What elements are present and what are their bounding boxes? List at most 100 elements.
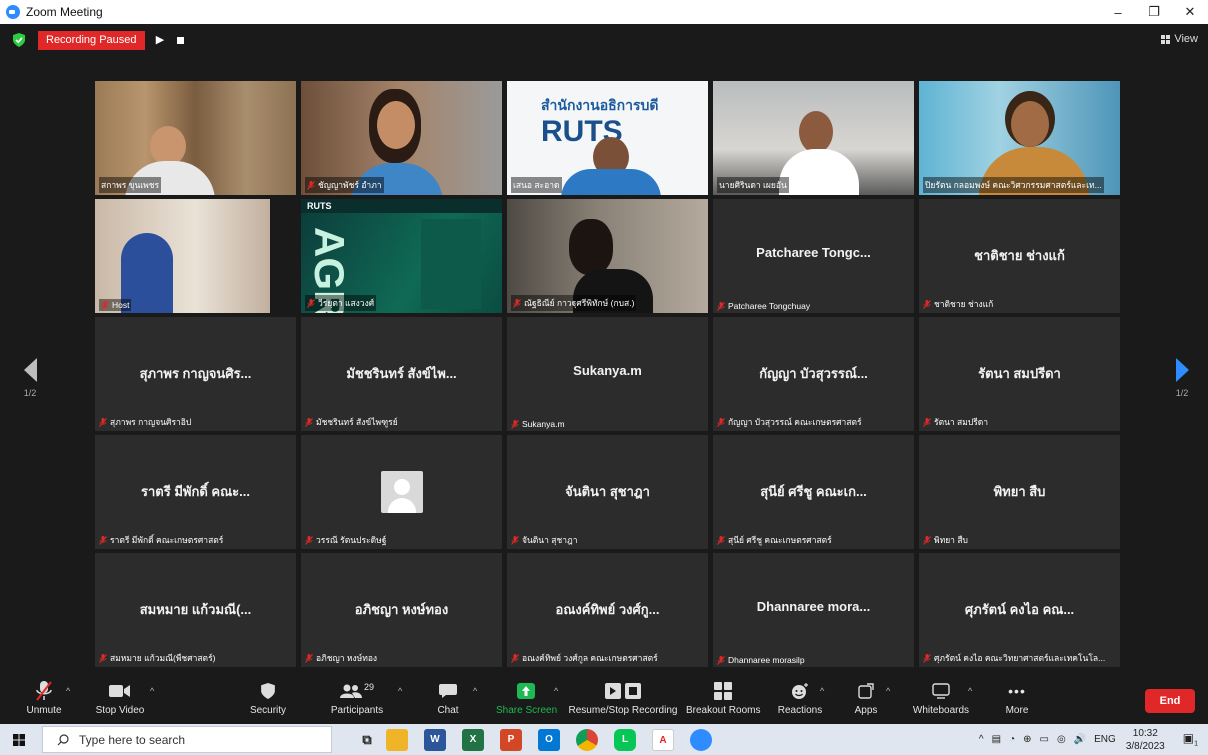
resume-recording-icon[interactable]: ▶ bbox=[150, 31, 170, 50]
volume-icon[interactable]: 🔊 bbox=[1074, 734, 1086, 745]
participant-tile[interactable]: กัญญา บัวสุวรรณ์... กัญญา บัวสุวรรณ์ คณะเ… bbox=[713, 317, 914, 431]
participant-tile[interactable]: พิทยา สืบ พิทยา สืบ bbox=[919, 435, 1120, 549]
apps-icon bbox=[850, 680, 882, 702]
participant-tile[interactable]: รัตนา สมปรีดา รัตนา สมปรีดา bbox=[919, 317, 1120, 431]
close-button[interactable]: ✕ bbox=[1172, 4, 1208, 20]
chat-button[interactable]: Chat bbox=[430, 680, 466, 716]
share-screen-button[interactable]: Share Screen bbox=[496, 680, 557, 716]
participant-tile[interactable]: อณงค์ทิพย์ วงศ์กู... อณงค์ทิพย์ วงศ์กูล ค… bbox=[507, 553, 708, 667]
resume-stop-label: Resume/Stop Recording bbox=[568, 705, 678, 716]
participant-tile[interactable]: Host bbox=[95, 199, 296, 313]
agri-screen-logo: RUTS bbox=[307, 201, 332, 211]
participant-tile[interactable]: วรรณี รัตนประดิษฐ์ bbox=[301, 435, 502, 549]
keyboard-icon[interactable]: ▤ bbox=[992, 734, 1001, 745]
stop-recording-icon[interactable] bbox=[170, 31, 190, 50]
restore-button[interactable]: ❐ bbox=[1136, 4, 1172, 20]
participants-caret-icon[interactable]: ^ bbox=[398, 686, 402, 696]
participant-tile[interactable]: ชาติชาย ช่างแก้ ชาติชาย ช่างแก้ bbox=[919, 199, 1120, 313]
line-app-icon[interactable]: L bbox=[614, 729, 636, 751]
network-icon[interactable]: ◔ bbox=[1009, 734, 1015, 745]
excel-icon[interactable]: X bbox=[462, 729, 484, 751]
tray-overflow-icon[interactable]: ^ bbox=[979, 734, 984, 745]
more-dots-icon: ••• bbox=[1008, 683, 1026, 699]
chat-caret-icon[interactable]: ^ bbox=[473, 686, 477, 696]
display-icon[interactable]: ▭ bbox=[1040, 734, 1049, 745]
meeting-toolbar: Unmute ^ Stop Video ^ Security 29 Partic… bbox=[0, 674, 1208, 724]
security-tray-icon[interactable]: ⊕ bbox=[1023, 734, 1031, 745]
participants-count: 29 bbox=[363, 682, 374, 692]
mic-muted-icon bbox=[511, 535, 519, 545]
participant-tile[interactable]: มัชชรินทร์ สังข์ไพ... มัชชรินทร์ สังข์ไพฑ… bbox=[301, 317, 502, 431]
meet-now-icon[interactable]: ◎ bbox=[1057, 734, 1066, 745]
zoom-taskbar-icon[interactable] bbox=[690, 729, 712, 751]
word-icon[interactable]: W bbox=[424, 729, 446, 751]
participant-tile[interactable]: ศุภรัตน์ คงไอ คณ... ศุภรัตน์ คงไอ คณะวิทย… bbox=[919, 553, 1120, 667]
minimize-button[interactable]: – bbox=[1100, 5, 1136, 20]
participants-button[interactable]: 29 Participants bbox=[326, 680, 388, 716]
reactions-button[interactable]: Reactions bbox=[776, 680, 824, 716]
windows-start-icon[interactable] bbox=[13, 734, 25, 746]
taskbar-clock[interactable]: 10:32 3/8/2023 bbox=[1126, 727, 1165, 753]
participant-name: พิทยา สืบ bbox=[934, 535, 968, 545]
security-button[interactable]: Security bbox=[246, 680, 290, 716]
participant-tile[interactable]: Patcharee Tongc... Patcharee Tongchuay bbox=[713, 199, 914, 313]
chevron-right-icon bbox=[1175, 358, 1189, 382]
participant-name: วีรยุตา แสงวงศ์ bbox=[318, 298, 375, 308]
mic-muted-icon bbox=[305, 653, 313, 663]
end-meeting-button[interactable]: End bbox=[1145, 689, 1195, 713]
stop-video-button[interactable]: Stop Video bbox=[92, 680, 148, 716]
notifications-icon[interactable]: ▣1 bbox=[1183, 731, 1198, 747]
share-caret-icon[interactable]: ^ bbox=[554, 686, 558, 696]
powerpoint-icon[interactable]: P bbox=[500, 729, 522, 751]
resume-stop-recording-button[interactable]: Resume/Stop Recording bbox=[568, 680, 678, 716]
whiteboards-button[interactable]: Whiteboards bbox=[910, 680, 972, 716]
participant-tile[interactable]: อภิชญา หงษ์ทอง อภิชญา หงษ์ทอง bbox=[301, 553, 502, 667]
view-button[interactable]: View bbox=[1161, 33, 1198, 45]
participant-display-name: สุนีย์ ศรีชู คณะเก... bbox=[760, 484, 867, 499]
stop-video-label: Stop Video bbox=[95, 705, 145, 716]
apps-caret-icon[interactable]: ^ bbox=[886, 686, 890, 696]
whiteboards-caret-icon[interactable]: ^ bbox=[968, 686, 972, 696]
apps-button[interactable]: Apps bbox=[850, 680, 882, 716]
participant-tile[interactable]: สกาพร ขุนเพชร bbox=[95, 81, 296, 195]
breakout-rooms-button[interactable]: Breakout Rooms bbox=[686, 680, 760, 716]
video-options-caret-icon[interactable]: ^ bbox=[150, 686, 154, 696]
participant-tile[interactable]: สมหมาย แก้วมณี(... สมหมาย แก้วมณี(พืชศาสต… bbox=[95, 553, 296, 667]
chrome-icon[interactable] bbox=[576, 729, 598, 751]
acrobat-icon[interactable]: A bbox=[652, 729, 674, 751]
outlook-icon[interactable]: O bbox=[538, 729, 560, 751]
next-page-button[interactable]: 1/2 bbox=[1172, 358, 1192, 398]
task-view-icon[interactable]: ⧉ bbox=[356, 729, 378, 751]
participant-name-label: วรรณี รัตนประดิษฐ์ bbox=[305, 533, 498, 547]
participant-tile[interactable]: นายศิรินดา เผยอัน bbox=[713, 81, 914, 195]
participant-tile[interactable]: สุนีย์ ศรีชู คณะเก... สุนีย์ ศรีชู คณะเกษ… bbox=[713, 435, 914, 549]
participant-name: ปิยรัตน กลอมพงษ์ คณะวิศวกรรมศาสตร์และเท.… bbox=[925, 180, 1102, 190]
audio-options-caret-icon[interactable]: ^ bbox=[66, 686, 70, 696]
participant-tile[interactable]: RUTS AGR วีรยุตา แสงวงศ์ bbox=[301, 199, 502, 313]
recording-status-badge: Recording Paused bbox=[38, 31, 145, 50]
unmute-button[interactable]: Unmute bbox=[22, 680, 66, 716]
participant-tile[interactable]: Sukanya.m Sukanya.m bbox=[507, 317, 708, 431]
meeting-area: Recording Paused ▶ View 1/2 1/2 สกาพร ขุ… bbox=[0, 24, 1208, 674]
participant-tile[interactable]: Dhannaree mora... Dhannaree morasilp bbox=[713, 553, 914, 667]
file-explorer-icon[interactable] bbox=[386, 729, 408, 751]
encryption-shield-icon[interactable] bbox=[13, 33, 25, 47]
participant-name: ณัฐธิณีย์ กาวฐุศรีพิทักษ์ (กบส.) bbox=[524, 298, 635, 308]
participant-display-name: มัชชรินทร์ สังข์ไพ... bbox=[346, 366, 457, 381]
reactions-caret-icon[interactable]: ^ bbox=[820, 686, 824, 696]
participant-tile[interactable]: ราตรี มีพักดิ์ คณะ... ราตรี มีพักดิ์ คณะเ… bbox=[95, 435, 296, 549]
more-button[interactable]: ••• More bbox=[1000, 680, 1034, 716]
participant-name-label: ราตรี มีพักดิ์ คณะเกษตรศาสตร์ bbox=[99, 533, 292, 547]
language-indicator[interactable]: ENG bbox=[1094, 734, 1116, 745]
chevron-left-icon bbox=[23, 358, 37, 382]
chat-bubble-icon bbox=[430, 680, 466, 702]
taskbar-search-input[interactable]: Type here to search bbox=[42, 726, 332, 753]
participant-tile[interactable]: จันตินา สุชาฎา จันตินา สุชาฎา bbox=[507, 435, 708, 549]
previous-page-button[interactable]: 1/2 bbox=[20, 358, 40, 398]
participant-tile[interactable]: ณัฐธิณีย์ กาวฐุศรีพิทักษ์ (กบส.) bbox=[507, 199, 708, 313]
participant-tile[interactable]: สุภาพร กาญจนศิร... สุภาพร กาญจนศิราอิป bbox=[95, 317, 296, 431]
participant-tile[interactable]: ปิยรัตน กลอมพงษ์ คณะวิศวกรรมศาสตร์และเท.… bbox=[919, 81, 1120, 195]
zoom-app: Zoom Meeting – ❐ ✕ Recording Paused ▶ Vi… bbox=[0, 0, 1208, 755]
participant-tile[interactable]: สำนักงานอธิการบดี RUTS เสนอ สะอาด bbox=[507, 81, 708, 195]
participant-tile[interactable]: ชัญญาพัชร์ อำภา bbox=[301, 81, 502, 195]
